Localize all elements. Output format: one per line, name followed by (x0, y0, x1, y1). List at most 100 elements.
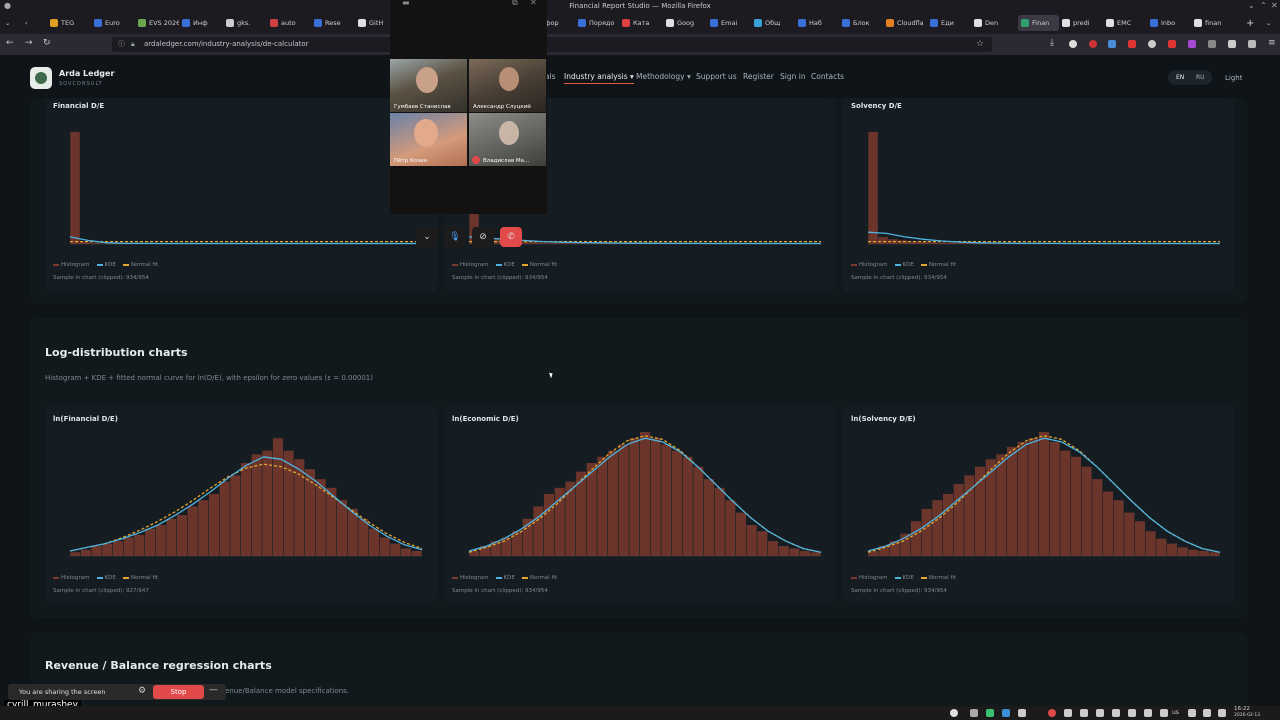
participant-tile[interactable]: Александр Слуцкий (469, 59, 546, 112)
browser-tab[interactable]: TEG (50, 15, 91, 31)
close-window-icon[interactable]: ✕ (1271, 1, 1278, 10)
browser-tab[interactable]: Ката (622, 15, 663, 31)
extension-icon[interactable] (1188, 40, 1196, 48)
chevron-down-icon[interactable]: ⌄ (416, 227, 438, 247)
lang-en-button[interactable]: EN (1176, 74, 1184, 81)
stop-sharing-button[interactable]: Stop (153, 685, 204, 699)
reload-icon[interactable]: ↻ (43, 38, 51, 48)
lock-icon[interactable]: 🔒︎ (131, 37, 135, 52)
network-icon[interactable] (1203, 709, 1211, 717)
browser-tab[interactable]: auto (270, 15, 311, 31)
video-call-panel[interactable]: ▬ ⧉ ✕ Гумбаев Станислав Александр Слуцки… (390, 0, 547, 214)
tray-icon[interactable] (970, 709, 978, 717)
nav-methodology[interactable]: Methodology ▾ (636, 72, 691, 81)
browser-tab[interactable]: Порядо (578, 15, 619, 31)
back-icon[interactable]: ← (6, 38, 14, 48)
participant-tile[interactable]: Пётр Козин (390, 113, 467, 166)
keyboard-layout[interactable]: us (1172, 709, 1179, 716)
extension-icon[interactable] (1228, 40, 1236, 48)
tray-icon[interactable] (950, 709, 958, 717)
browser-tab[interactable]: finan (1194, 15, 1235, 31)
histogram-bar (70, 552, 81, 556)
nav-industry-analysis[interactable]: Industry analysis ▾ (564, 72, 634, 84)
hangup-icon[interactable]: ✆ (500, 227, 522, 247)
histogram-bar (90, 242, 100, 244)
browser-tab[interactable]: Rese (314, 15, 355, 31)
tray-icon[interactable] (1128, 709, 1136, 717)
browser-tab[interactable]: EMC (1106, 15, 1147, 31)
drag-handle-icon[interactable]: ▬ (402, 0, 410, 7)
tab-list-all-icon[interactable]: ⌄ (1266, 15, 1271, 31)
browser-tab[interactable]: Goog (666, 15, 707, 31)
settings-gear-icon[interactable]: ⚙ (138, 686, 146, 696)
browser-tab[interactable]: Den (974, 15, 1015, 31)
url-bar[interactable]: ⓘ 🔒︎ ardaledger.com/industry-analysis/de… (112, 37, 992, 52)
extension-icon[interactable] (1208, 40, 1216, 48)
browser-tab[interactable]: Euro (94, 15, 135, 31)
browser-tab[interactable]: Inbo (1150, 15, 1191, 31)
camera-off-icon[interactable]: ⊘ (472, 227, 494, 247)
browser-tab[interactable]: Emai (710, 15, 751, 31)
extension-icon[interactable] (1069, 40, 1077, 48)
tray-icon[interactable] (986, 709, 994, 717)
popout-icon[interactable]: ⧉ (512, 0, 518, 8)
participant-tile[interactable]: Владислав Ма... (469, 113, 546, 166)
nav-register[interactable]: Register (743, 72, 774, 81)
browser-tab[interactable]: Finan (1018, 15, 1059, 31)
clock-time[interactable]: 16:22 (1234, 706, 1250, 712)
tab-label: Rese (325, 19, 341, 27)
site-info-icon[interactable]: ⓘ (118, 37, 125, 52)
chart-legend: Histogram KDE Normal fit (53, 262, 158, 268)
menu-icon[interactable]: ≡ (1268, 38, 1276, 48)
browser-tab[interactable]: predi (1062, 15, 1103, 31)
tray-icon[interactable] (1112, 709, 1120, 717)
minimize-share-bar-icon[interactable]: — (209, 685, 218, 695)
extension-icon[interactable] (1089, 40, 1097, 48)
theme-toggle[interactable]: Light (1225, 74, 1242, 82)
extension-icon[interactable] (1108, 40, 1116, 48)
close-icon[interactable]: ✕ (530, 0, 537, 7)
extension-icon[interactable] (1148, 40, 1156, 48)
browser-tab[interactable]: Наб (798, 15, 839, 31)
bookmark-star-icon[interactable]: ☆ (976, 37, 984, 52)
nav-signin[interactable]: Sign in (780, 72, 806, 81)
histogram-bar (693, 466, 704, 556)
volume-icon[interactable] (1188, 709, 1196, 717)
minimize-icon[interactable]: ⌄ (1248, 1, 1255, 10)
browser-tab[interactable]: Инф (182, 15, 223, 31)
brand-name[interactable]: Arda Ledger (59, 69, 114, 78)
tab-scroll-left-icon[interactable]: ‹ (25, 15, 28, 31)
legend-kde: KDE (495, 575, 515, 581)
nav-contacts[interactable]: Contacts (811, 72, 844, 81)
tray-icon[interactable] (1096, 709, 1104, 717)
nav-support[interactable]: Support us (696, 72, 737, 81)
participant-tile[interactable]: Гумбаев Станислав (390, 59, 467, 112)
new-tab-button[interactable]: + (1246, 15, 1254, 31)
clock-date[interactable]: 2026-02-13 (1234, 713, 1260, 718)
tab-list-icon[interactable]: ⌄ (5, 15, 10, 31)
maximize-icon[interactable]: ⌃ (1260, 1, 1267, 10)
tray-icon[interactable] (1160, 709, 1168, 717)
downloads-icon[interactable]: ⤓ (1050, 38, 1054, 48)
tray-icon[interactable] (1002, 709, 1010, 717)
histogram-bar (868, 131, 878, 244)
browser-tab[interactable]: Еди (930, 15, 971, 31)
browser-tab[interactable]: Cloudfla (886, 15, 927, 31)
browser-tab[interactable]: EVS 2026 (138, 15, 179, 31)
tray-icon[interactable] (1064, 709, 1072, 717)
site-logo[interactable] (30, 67, 52, 89)
forward-icon[interactable]: → (25, 38, 33, 48)
tray-icon[interactable] (1048, 709, 1056, 717)
browser-tab[interactable]: Общ (754, 15, 795, 31)
extension-icon[interactable] (1128, 40, 1136, 48)
battery-icon[interactable] (1218, 709, 1226, 717)
tray-icon[interactable] (1144, 709, 1152, 717)
extension-icon[interactable] (1248, 40, 1256, 48)
microphone-icon[interactable]: 🎙︎ (444, 227, 466, 247)
extension-icon[interactable] (1168, 40, 1176, 48)
browser-tab[interactable]: gks. (226, 15, 267, 31)
tray-icon[interactable] (1018, 709, 1026, 717)
tray-icon[interactable] (1080, 709, 1088, 717)
lang-ru-button[interactable]: RU (1196, 74, 1205, 81)
browser-tab[interactable]: Блок (842, 15, 883, 31)
